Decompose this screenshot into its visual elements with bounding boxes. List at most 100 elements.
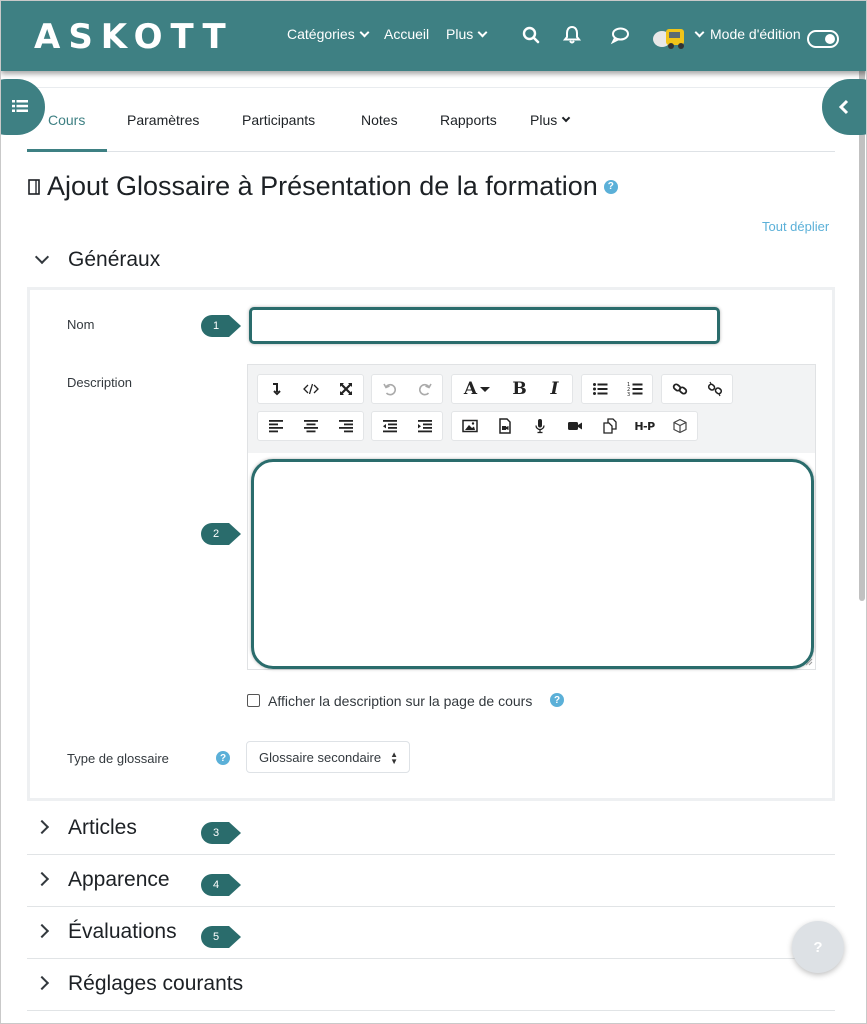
expand-all-link[interactable]: Tout déplier bbox=[762, 219, 829, 234]
record-audio-button[interactable] bbox=[522, 411, 557, 441]
tab-label: Cours bbox=[48, 112, 86, 128]
description-highlight bbox=[251, 459, 814, 669]
section-common-settings-heading[interactable]: Réglages courants bbox=[68, 972, 243, 996]
code-icon bbox=[302, 383, 319, 395]
bold-button[interactable]: B bbox=[502, 374, 537, 404]
link-button[interactable] bbox=[662, 374, 697, 404]
callout-number: 5 bbox=[212, 931, 220, 943]
floating-help-button[interactable]: ? bbox=[792, 921, 844, 973]
edit-mode-toggle[interactable] bbox=[807, 30, 839, 48]
tab-participants[interactable]: Participants bbox=[242, 112, 315, 128]
chat-icon[interactable] bbox=[610, 25, 630, 45]
italic-letter: I bbox=[550, 379, 559, 399]
h5p-button[interactable]: H-P bbox=[627, 411, 662, 441]
section-articles bbox=[27, 803, 835, 855]
tab-label: Rapports bbox=[440, 112, 497, 128]
callout-marker: 5 bbox=[201, 926, 241, 948]
align-left-icon bbox=[268, 420, 283, 433]
font-color-button[interactable]: A bbox=[452, 374, 502, 404]
html-source-button[interactable] bbox=[293, 374, 328, 404]
user-avatar[interactable] bbox=[652, 23, 688, 51]
media-file-icon bbox=[498, 418, 511, 434]
chevron-down-icon[interactable] bbox=[694, 27, 705, 37]
section-ratings-heading[interactable]: Évaluations bbox=[68, 920, 177, 944]
tab-label: Notes bbox=[361, 112, 398, 128]
bold-letter: B bbox=[512, 379, 527, 399]
page-title: Ajout Glossaire à Présentation de la for… bbox=[27, 171, 618, 202]
outdent-button[interactable] bbox=[372, 411, 407, 441]
tab-label: Participants bbox=[242, 112, 316, 128]
record-video-button[interactable] bbox=[557, 411, 592, 441]
nav-categories[interactable]: Catégories bbox=[287, 26, 370, 42]
video-camera-icon bbox=[567, 422, 582, 430]
help-icon[interactable]: ? bbox=[550, 693, 564, 707]
float-help-label: ? bbox=[813, 938, 823, 956]
name-label: Nom bbox=[67, 317, 95, 332]
resize-handle-icon[interactable] bbox=[805, 658, 813, 666]
align-right-icon bbox=[338, 420, 353, 433]
glossary-icon bbox=[28, 178, 40, 195]
tab-settings[interactable]: Paramètres bbox=[127, 112, 199, 128]
nav-more-label: Plus bbox=[446, 26, 474, 42]
callout-marker: 2 bbox=[201, 523, 241, 545]
name-input[interactable] bbox=[249, 307, 720, 344]
active-tab-indicator bbox=[27, 149, 107, 152]
link-icon bbox=[672, 383, 687, 395]
search-icon[interactable] bbox=[521, 25, 541, 45]
toolbar-group: 123 bbox=[581, 374, 653, 404]
expand-icon bbox=[339, 383, 352, 395]
show-description-checkbox[interactable] bbox=[247, 694, 260, 707]
nav-home[interactable]: Accueil bbox=[384, 26, 429, 42]
section-appearance-heading[interactable]: Apparence bbox=[68, 868, 170, 892]
italic-button[interactable]: I bbox=[537, 374, 572, 404]
section-general-heading[interactable]: Généraux bbox=[68, 248, 160, 272]
tab-course[interactable]: Cours bbox=[48, 112, 85, 128]
page-title-text: Ajout Glossaire à Présentation de la for… bbox=[47, 171, 598, 201]
tab-label: Plus bbox=[530, 112, 558, 128]
show-description-label[interactable]: Afficher la description sur la page de c… bbox=[268, 693, 532, 709]
chevron-down-icon bbox=[561, 113, 571, 123]
bullet-list-button[interactable] bbox=[582, 374, 617, 404]
section-articles-heading[interactable]: Articles bbox=[68, 816, 137, 840]
bell-icon[interactable] bbox=[562, 25, 582, 45]
h5p-label: H-P bbox=[634, 419, 655, 433]
files-icon bbox=[602, 418, 617, 434]
redo-button[interactable] bbox=[407, 374, 442, 404]
chevron-down-icon[interactable] bbox=[34, 249, 50, 265]
help-icon[interactable]: ? bbox=[216, 751, 230, 765]
align-left-button[interactable] bbox=[258, 411, 293, 441]
callout-number: 2 bbox=[212, 528, 220, 540]
tab-grades[interactable]: Notes bbox=[361, 112, 398, 128]
glossary-type-select[interactable]: Glossaire secondaire ▲ ▼ bbox=[246, 741, 410, 773]
indent-button[interactable] bbox=[407, 411, 442, 441]
content-bank-button[interactable] bbox=[662, 411, 697, 441]
undo-button[interactable] bbox=[372, 374, 407, 404]
callout-marker: 3 bbox=[201, 822, 241, 844]
callout-number: 4 bbox=[212, 879, 220, 891]
insert-image-button[interactable] bbox=[452, 411, 487, 441]
fullscreen-button[interactable] bbox=[328, 374, 363, 404]
tab-more[interactable]: Plus bbox=[530, 112, 571, 128]
tab-reports[interactable]: Rapports bbox=[440, 112, 497, 128]
edit-mode-label: Mode d'édition bbox=[710, 26, 801, 42]
toolbar-group bbox=[257, 374, 364, 404]
align-right-button[interactable] bbox=[328, 411, 363, 441]
unlink-button[interactable] bbox=[697, 374, 732, 404]
redo-icon bbox=[418, 383, 432, 396]
indent-icon bbox=[417, 420, 432, 433]
manage-files-button[interactable] bbox=[592, 411, 627, 441]
numbered-list-button[interactable]: 123 bbox=[617, 374, 652, 404]
toolbar-group: H-P bbox=[451, 411, 698, 441]
nav-home-label: Accueil bbox=[384, 26, 430, 42]
toggle-toolbar-button[interactable] bbox=[258, 374, 293, 404]
align-center-button[interactable] bbox=[293, 411, 328, 441]
image-icon bbox=[461, 419, 478, 433]
nav-more[interactable]: Plus bbox=[446, 26, 488, 42]
numbered-list-icon: 123 bbox=[627, 382, 642, 397]
caret-down-icon bbox=[480, 386, 491, 392]
help-icon[interactable]: ? bbox=[603, 179, 618, 194]
site-logo[interactable]: ASKOTT bbox=[34, 17, 234, 57]
glossary-type-label: Type de glossaire bbox=[67, 751, 169, 766]
edit-mode: Mode d'édition bbox=[694, 26, 801, 42]
insert-media-button[interactable] bbox=[487, 411, 522, 441]
